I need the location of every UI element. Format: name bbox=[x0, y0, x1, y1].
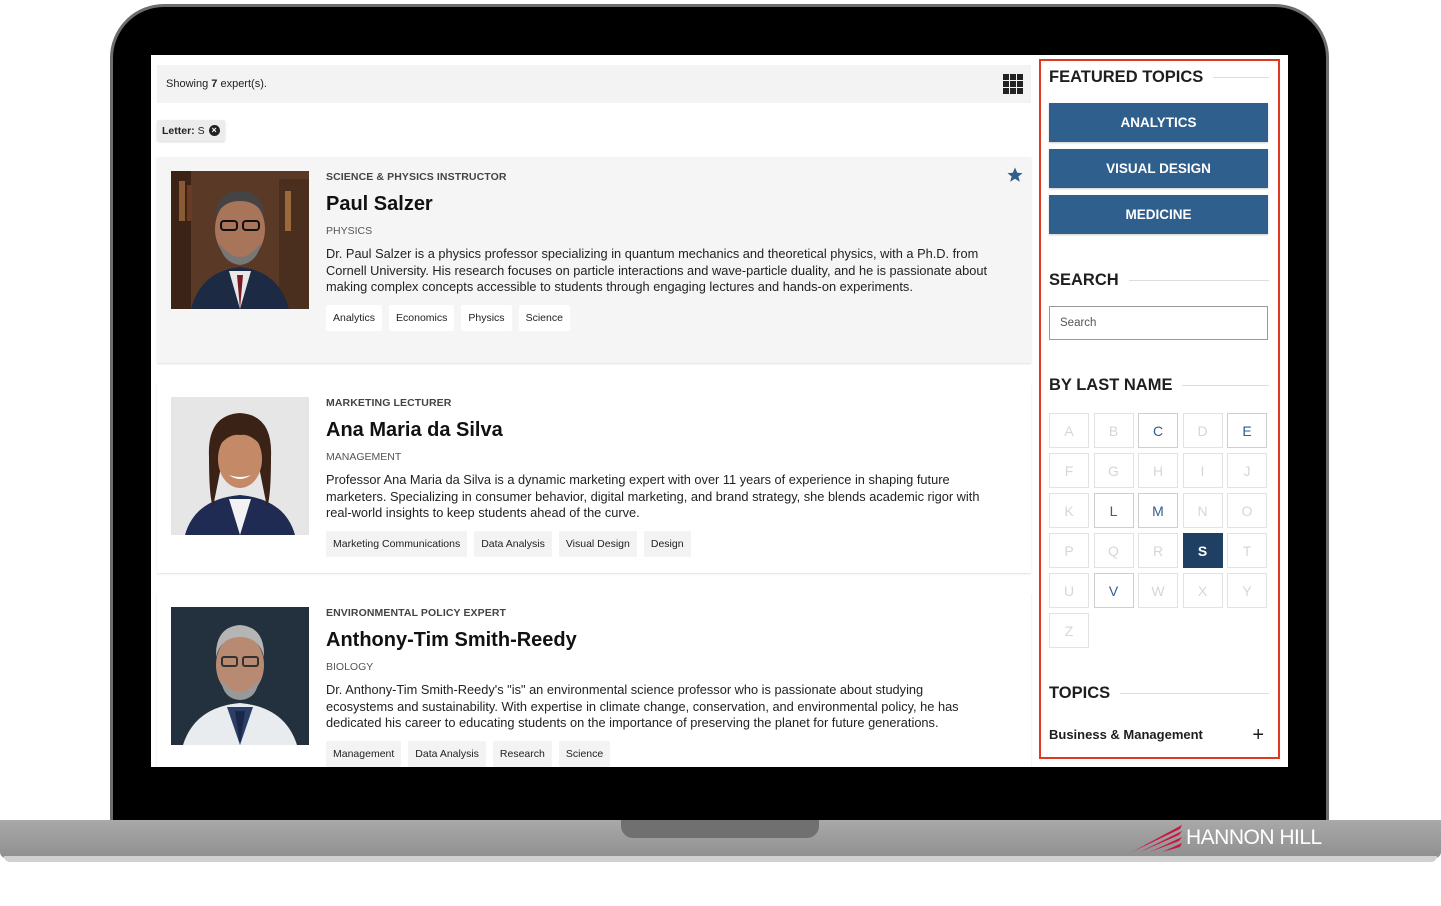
letter-c-button[interactable]: C bbox=[1138, 413, 1178, 448]
letter-o-button: O bbox=[1227, 493, 1267, 528]
results-count: 7 bbox=[211, 78, 218, 90]
topic-tag[interactable]: Economics bbox=[389, 304, 455, 331]
expert-department: BIOLOGY bbox=[326, 661, 374, 673]
topic-tag[interactable]: Science bbox=[558, 740, 611, 767]
featured-topic-button[interactable]: MEDICINE bbox=[1049, 195, 1268, 234]
grid-view-icon[interactable] bbox=[1003, 74, 1023, 94]
expert-card[interactable]: SCIENCE & PHYSICS INSTRUCTOR Paul Salzer… bbox=[157, 157, 1031, 363]
expert-card[interactable]: ENVIRONMENTAL POLICY EXPERT Anthony-Tim … bbox=[157, 593, 1031, 767]
topic-tag[interactable]: Management bbox=[326, 740, 402, 767]
expert-photo[interactable] bbox=[171, 171, 309, 309]
filter-sidebar: FEATURED TOPICS ANALYTICS VISUAL DESIGN … bbox=[1039, 59, 1280, 759]
expert-card-body: MARKETING LECTURER Ana Maria da Silva MA… bbox=[326, 397, 1011, 557]
letter-x-button: X bbox=[1182, 573, 1223, 608]
by-last-name-heading: BY LAST NAME bbox=[1049, 376, 1269, 395]
letter-u-button: U bbox=[1049, 573, 1089, 608]
search-heading: SEARCH bbox=[1049, 271, 1269, 290]
brand-name: HANNON HILL bbox=[1186, 826, 1322, 849]
results-bar: Showing 7 expert(s). bbox=[157, 65, 1031, 103]
portrait-image bbox=[171, 171, 309, 309]
topic-tag[interactable]: Research bbox=[492, 740, 552, 767]
letter-z-button: Z bbox=[1049, 613, 1089, 648]
expert-role: MARKETING LECTURER bbox=[326, 397, 452, 409]
letter-w-button: W bbox=[1138, 573, 1178, 608]
experts-listing: Showing 7 expert(s). Letter: S × SCIENCE… bbox=[151, 55, 1036, 767]
letter-r-button: R bbox=[1138, 533, 1178, 568]
filter-value: S bbox=[197, 124, 205, 137]
expert-photo[interactable] bbox=[171, 607, 309, 745]
active-filter-chip[interactable]: Letter: S × bbox=[157, 120, 225, 141]
letter-v-button[interactable]: V bbox=[1093, 573, 1134, 608]
letter-g-button: G bbox=[1093, 453, 1134, 488]
topic-tag[interactable]: Design bbox=[643, 530, 691, 557]
portrait-image bbox=[171, 397, 309, 535]
expert-tags: Marketing Communications Data Analysis V… bbox=[326, 530, 1011, 557]
expert-name[interactable]: Ana Maria da Silva bbox=[326, 419, 1011, 442]
browser-screen: Showing 7 expert(s). Letter: S × SCIENCE… bbox=[151, 55, 1288, 767]
topic-tag[interactable]: Visual Design bbox=[558, 530, 637, 557]
letter-t-button: T bbox=[1227, 533, 1267, 568]
expert-department: MANAGEMENT bbox=[326, 451, 402, 463]
expert-description: Dr. Paul Salzer is a physics professor s… bbox=[326, 246, 988, 294]
expert-card-body: SCIENCE & PHYSICS INSTRUCTOR Paul Salzer… bbox=[326, 171, 1011, 331]
expert-tags: Analytics Economics Physics Science bbox=[326, 304, 1011, 331]
hannon-hill-logo-icon bbox=[1132, 825, 1182, 852]
laptop-notch bbox=[621, 820, 819, 838]
expert-card[interactable]: MARKETING LECTURER Ana Maria da Silva MA… bbox=[157, 383, 1031, 573]
letter-l-button[interactable]: L bbox=[1093, 493, 1134, 528]
featured-topic-button[interactable]: ANALYTICS bbox=[1049, 103, 1268, 142]
topic-tag[interactable]: Science bbox=[518, 304, 570, 331]
expert-department: PHYSICS bbox=[326, 225, 373, 237]
letter-f-button: F bbox=[1049, 453, 1089, 488]
brand-logo: HANNON HILL bbox=[1130, 822, 1322, 854]
letter-j-button: J bbox=[1227, 453, 1267, 488]
letter-m-button[interactable]: M bbox=[1138, 493, 1178, 528]
letter-s-button[interactable]: S bbox=[1182, 533, 1223, 568]
results-count-text: Showing 7 expert(s). bbox=[166, 78, 267, 90]
expert-role: SCIENCE & PHYSICS INSTRUCTOR bbox=[326, 171, 507, 183]
letter-q-button: Q bbox=[1093, 533, 1134, 568]
plus-icon[interactable]: + bbox=[1252, 725, 1264, 745]
letter-y-button: Y bbox=[1227, 573, 1267, 608]
letter-p-button: P bbox=[1049, 533, 1089, 568]
expert-photo[interactable] bbox=[171, 397, 309, 535]
topic-tag[interactable]: Data Analysis bbox=[408, 740, 486, 767]
filter-label: Letter: bbox=[162, 124, 195, 137]
search-input[interactable] bbox=[1049, 306, 1268, 340]
topic-tag[interactable]: Marketing Communications bbox=[326, 530, 468, 557]
topic-tag[interactable]: Physics bbox=[461, 304, 512, 331]
letter-e-button[interactable]: E bbox=[1227, 413, 1267, 448]
letter-i-button: I bbox=[1182, 453, 1223, 488]
expert-role: ENVIRONMENTAL POLICY EXPERT bbox=[326, 607, 507, 619]
topic-accordion-business-management[interactable]: Business & Management + bbox=[1049, 725, 1264, 745]
letter-d-button: D bbox=[1182, 413, 1223, 448]
letter-h-button: H bbox=[1138, 453, 1178, 488]
featured-star-icon[interactable] bbox=[1006, 166, 1024, 184]
expert-tags: Management Data Analysis Research Scienc… bbox=[326, 740, 1011, 767]
expert-description: Professor Ana Maria da Silva is a dynami… bbox=[326, 472, 980, 520]
portrait-image bbox=[171, 607, 309, 745]
laptop-base-shadow bbox=[4, 856, 1437, 862]
featured-topics-heading: FEATURED TOPICS bbox=[1049, 68, 1269, 87]
topic-accordion-label: Business & Management bbox=[1049, 727, 1203, 742]
topics-heading: TOPICS bbox=[1049, 684, 1269, 703]
remove-filter-icon[interactable]: × bbox=[208, 125, 220, 136]
expert-card-body: ENVIRONMENTAL POLICY EXPERT Anthony-Tim … bbox=[326, 607, 1011, 767]
letter-filter-grid: ABCDE FGHIJ KLMNO PQRST UVWXY Z bbox=[1049, 413, 1271, 648]
letter-n-button: N bbox=[1182, 493, 1223, 528]
expert-name[interactable]: Paul Salzer bbox=[326, 193, 1011, 216]
topic-tag[interactable]: Analytics bbox=[326, 304, 383, 331]
expert-name[interactable]: Anthony-Tim Smith-Reedy bbox=[326, 629, 1011, 652]
expert-description: Dr. Anthony-Tim Smith-Reedy's "is" an en… bbox=[326, 682, 959, 730]
letter-k-button: K bbox=[1049, 493, 1089, 528]
letter-b-button: B bbox=[1093, 413, 1134, 448]
topic-tag[interactable]: Data Analysis bbox=[474, 530, 552, 557]
letter-a-button: A bbox=[1049, 413, 1089, 448]
featured-topic-button[interactable]: VISUAL DESIGN bbox=[1049, 149, 1268, 188]
